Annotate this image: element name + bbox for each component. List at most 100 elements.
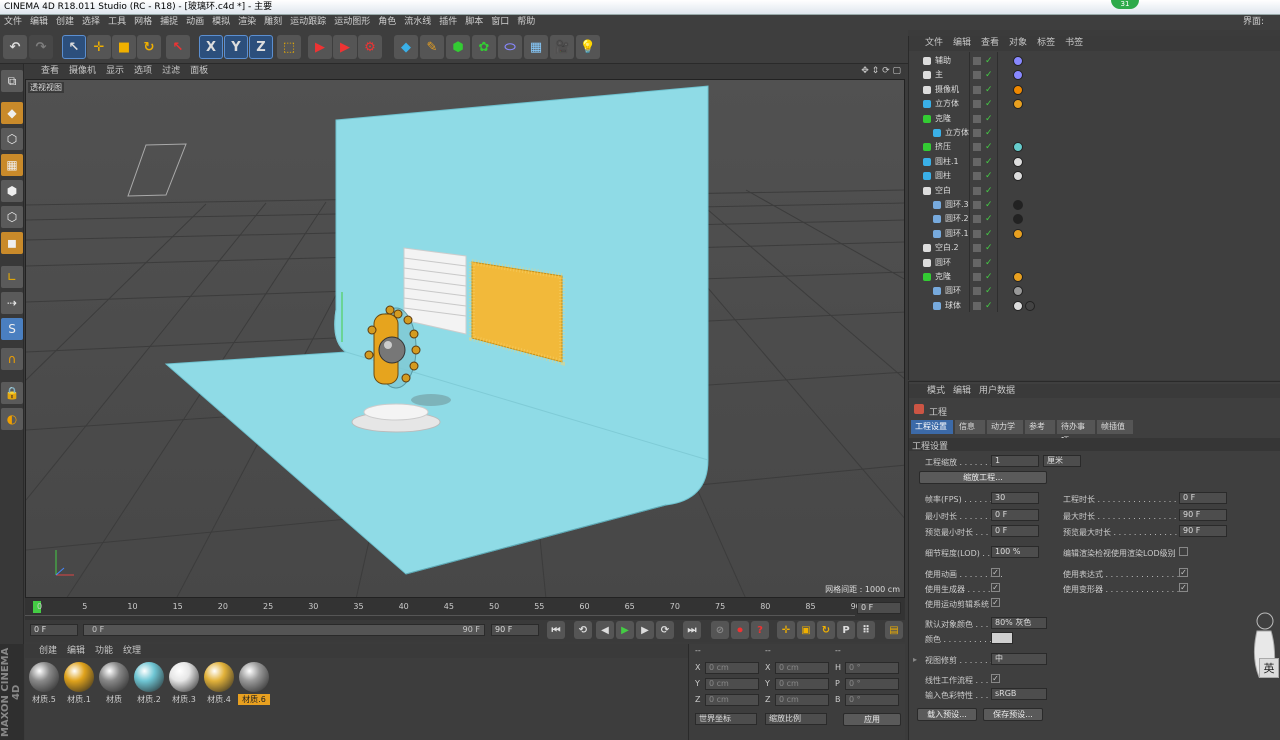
- coord-value-field[interactable]: 0 cm: [705, 694, 759, 706]
- coord-value-field[interactable]: 0 °: [845, 678, 899, 690]
- visibility-toggle[interactable]: [973, 143, 981, 152]
- use-deformer-checkbox[interactable]: ✓: [1179, 583, 1188, 592]
- object-row[interactable]: 圆环 ✓: [909, 256, 1280, 270]
- pen-icon[interactable]: ✎: [420, 35, 444, 59]
- visibility-toggle[interactable]: [973, 57, 981, 65]
- lock-workplane-icon[interactable]: 🔒: [1, 382, 23, 404]
- enable-check-icon[interactable]: ✓: [985, 241, 993, 255]
- key-point-level-icon[interactable]: ⠿: [857, 621, 875, 639]
- linear-workflow-checkbox[interactable]: ✓: [991, 674, 1000, 683]
- render-view-icon[interactable]: ▶: [308, 35, 332, 59]
- coordinate-system-icon[interactable]: ⬚: [277, 35, 301, 59]
- object-row[interactable]: 圆柱.1 ✓: [909, 155, 1280, 169]
- menu-snap[interactable]: 捕捉: [160, 17, 178, 27]
- enable-check-icon[interactable]: ✓: [985, 299, 993, 313]
- magnet-icon[interactable]: ∩: [1, 348, 23, 370]
- fps-input[interactable]: 30: [991, 492, 1039, 504]
- enable-check-icon[interactable]: ✓: [985, 140, 993, 154]
- current-frame-field[interactable]: 0 F: [857, 602, 901, 614]
- go-to-start-icon[interactable]: ⏮: [547, 621, 565, 639]
- default-object-color-dropdown[interactable]: 80% 灰色: [991, 617, 1047, 629]
- render-to-picture-viewer-icon[interactable]: ▶: [333, 35, 357, 59]
- timeline-ruler[interactable]: 0 5 10 15 20 25 30 35 40 45 50 55 60 65 70 75 80 85 90 0 F: [25, 598, 905, 620]
- visibility-toggle[interactable]: [973, 172, 981, 181]
- enable-check-icon[interactable]: ✓: [985, 227, 993, 241]
- timeline-icon[interactable]: ▤: [885, 621, 903, 639]
- object-row[interactable]: 空白.2 ✓: [909, 241, 1280, 255]
- coord-value-field[interactable]: 0 cm: [705, 662, 759, 674]
- material-tag-icon[interactable]: [1013, 286, 1023, 297]
- start-frame-field[interactable]: 0 F: [30, 624, 78, 636]
- record-icon[interactable]: ⏺: [731, 621, 749, 639]
- coord-value-field[interactable]: 0 cm: [775, 678, 829, 690]
- material-tag-icon[interactable]: [1013, 70, 1023, 81]
- scale-icon[interactable]: ■: [112, 35, 136, 59]
- material-tag-icon[interactable]: [1013, 228, 1023, 239]
- ime-indicator[interactable]: 英: [1259, 658, 1279, 678]
- menu-character[interactable]: 角色: [378, 17, 396, 27]
- view-clipping-dropdown[interactable]: 中: [991, 653, 1047, 665]
- enable-check-icon[interactable]: ✓: [985, 112, 993, 126]
- obj-menu-file[interactable]: 文件: [925, 38, 943, 48]
- last-tool-icon[interactable]: ↖: [166, 35, 190, 59]
- material-tag-icon[interactable]: [1013, 99, 1023, 110]
- load-preset-button[interactable]: 载入预设...: [917, 708, 977, 721]
- play-icon[interactable]: ▶: [616, 621, 634, 639]
- make-editable-icon[interactable]: ⧉: [1, 70, 23, 92]
- visibility-toggle[interactable]: [973, 129, 981, 137]
- perspective-viewport[interactable]: 透视视图 网格间距 : 1000 cm: [25, 79, 905, 598]
- go-to-end-icon[interactable]: ⏭: [683, 621, 701, 639]
- color-swatch[interactable]: [991, 632, 1013, 644]
- coord-value-field[interactable]: 0 cm: [705, 678, 759, 690]
- scale-project-button[interactable]: 缩放工程...: [919, 471, 1047, 484]
- project-scale-unit[interactable]: 厘米: [1043, 455, 1081, 467]
- visibility-toggle[interactable]: [973, 71, 981, 80]
- object-row[interactable]: 摄像机 ✓: [909, 83, 1280, 97]
- save-preset-button[interactable]: 保存预设...: [983, 708, 1043, 721]
- undo-icon[interactable]: ↶: [3, 35, 27, 59]
- vp-menu-view[interactable]: 查看: [41, 66, 59, 76]
- menu-script[interactable]: 脚本: [465, 17, 483, 27]
- redo-icon[interactable]: ↷: [29, 35, 53, 59]
- use-animation-checkbox[interactable]: ✓: [991, 568, 1000, 577]
- mat-menu-texture[interactable]: 纹理: [123, 646, 141, 656]
- mat-menu-create[interactable]: 创建: [39, 646, 57, 656]
- visibility-toggle[interactable]: [973, 85, 981, 94]
- texture-mode-icon[interactable]: ⬡: [1, 128, 23, 150]
- keyframe-selection-icon[interactable]: ⊘: [711, 621, 729, 639]
- material-swatch[interactable]: 材质.6: [238, 662, 270, 708]
- object-row[interactable]: 空白 ✓: [909, 184, 1280, 198]
- visibility-toggle[interactable]: [973, 201, 981, 209]
- render-lod-checkbox[interactable]: [1179, 547, 1188, 556]
- menu-sculpt[interactable]: 雕刻: [264, 17, 282, 27]
- y-axis-lock-icon[interactable]: Y: [224, 35, 248, 59]
- preview-min-input[interactable]: 0 F: [991, 525, 1039, 537]
- tweak-mode-icon[interactable]: ⇢: [1, 292, 23, 314]
- enable-check-icon[interactable]: ✓: [985, 256, 993, 270]
- end-frame-field[interactable]: 90 F: [491, 624, 539, 636]
- attr-menu-mode[interactable]: 模式: [927, 386, 945, 396]
- preview-max-input[interactable]: 90 F: [1179, 525, 1227, 537]
- coord-value-field[interactable]: 0 cm: [775, 662, 829, 674]
- edges-mode-icon[interactable]: ⬡: [1, 206, 23, 228]
- viewport-nav-icons[interactable]: ✥ ⇕ ⟳ ▢: [861, 64, 901, 79]
- vp-menu-cameras[interactable]: 摄像机: [69, 66, 96, 76]
- solo-icon[interactable]: ◐: [1, 408, 23, 430]
- object-row[interactable]: 圆环.3 ✓: [909, 198, 1280, 212]
- autokey-icon[interactable]: ?: [751, 621, 769, 639]
- menu-animate[interactable]: 动画: [186, 17, 204, 27]
- material-tag-icon[interactable]: [1013, 272, 1023, 282]
- input-color-profile-dropdown[interactable]: sRGB: [991, 688, 1047, 700]
- key-rotation-icon[interactable]: ↻: [817, 621, 835, 639]
- coord-value-field[interactable]: 0 cm: [775, 694, 829, 706]
- model-mode-icon[interactable]: ◆: [1, 102, 23, 124]
- visibility-toggle[interactable]: [973, 100, 981, 109]
- attr-tab[interactable]: 待办事项: [1057, 420, 1095, 445]
- enable-check-icon[interactable]: ✓: [985, 126, 993, 140]
- attr-tab[interactable]: 动力学: [987, 420, 1023, 434]
- attr-menu-userdata[interactable]: 用户数据: [979, 386, 1015, 396]
- material-swatch[interactable]: 材质.2: [133, 662, 165, 708]
- vp-menu-filter[interactable]: 过滤: [162, 66, 180, 76]
- rotate-icon[interactable]: ↻: [137, 35, 161, 59]
- menu-create[interactable]: 创建: [56, 17, 74, 27]
